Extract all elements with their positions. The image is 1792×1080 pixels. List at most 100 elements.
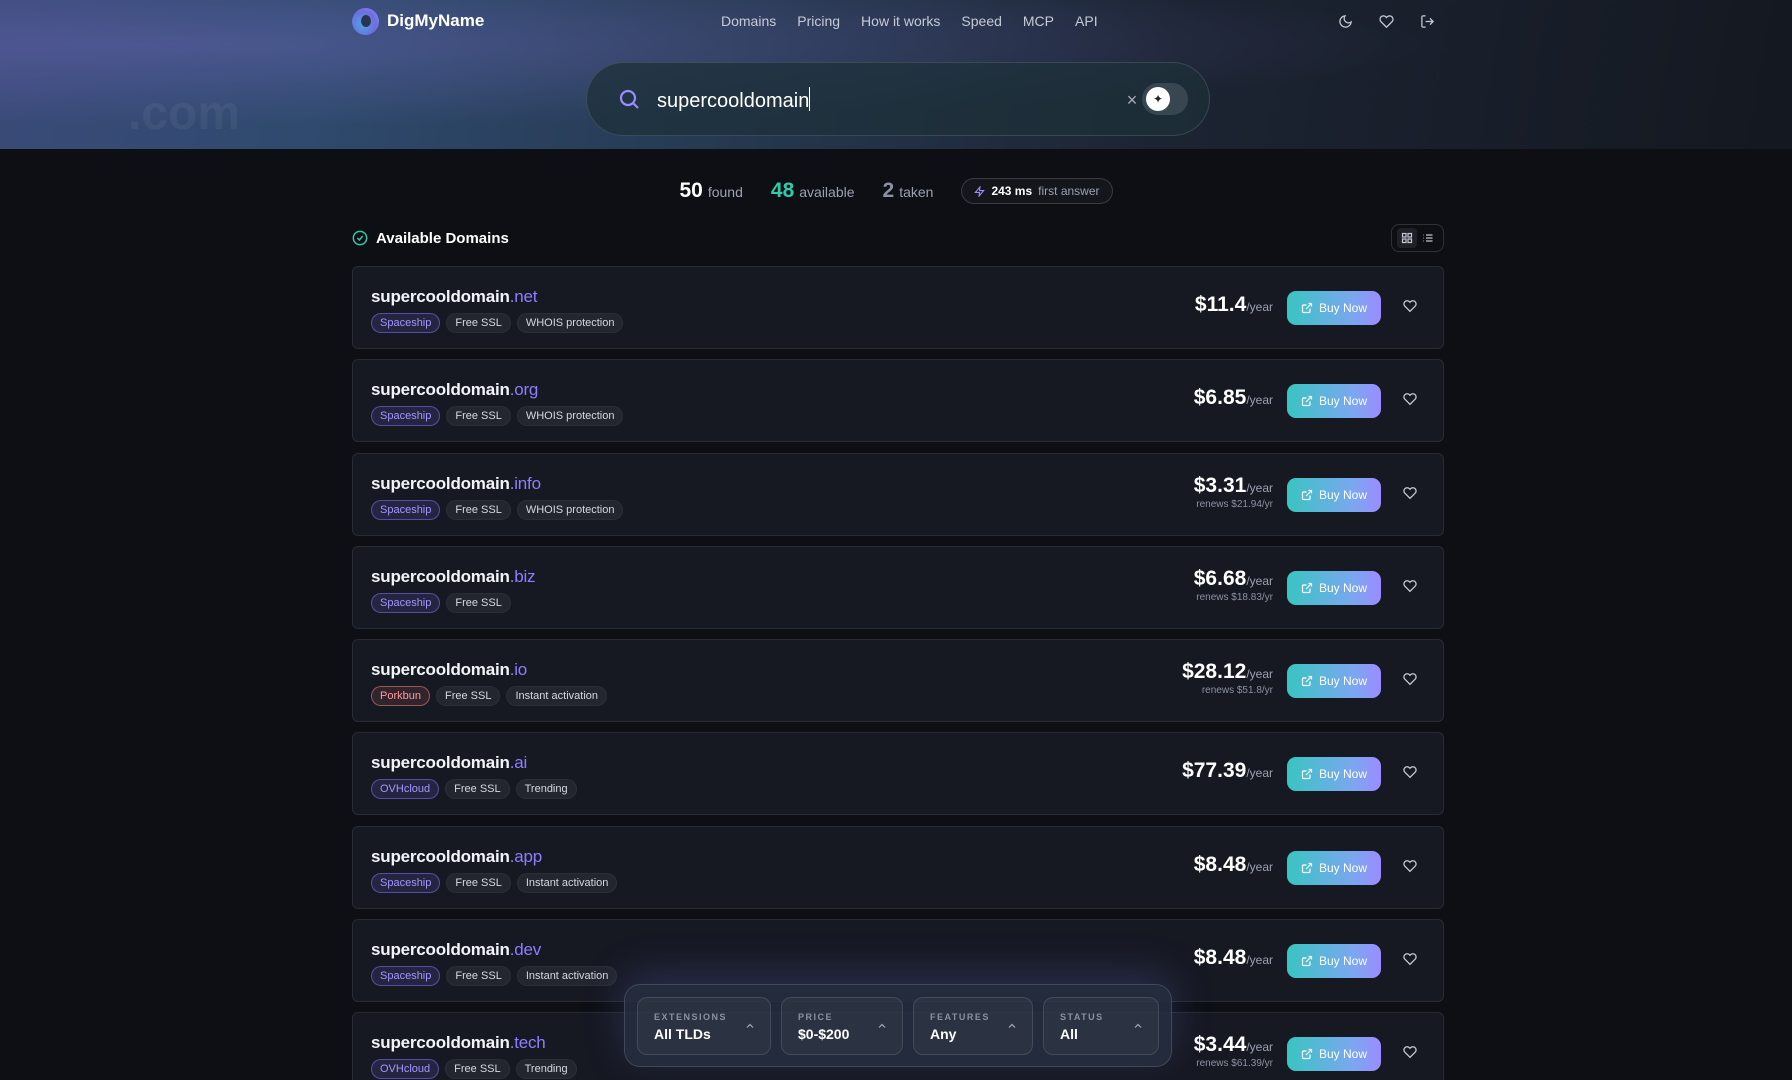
domain-tags: OVHcloud Free SSL Trending xyxy=(371,1059,577,1080)
price-box: $3.44/year renews $61.39/yr xyxy=(1194,1033,1273,1069)
check-circle-icon xyxy=(352,230,368,246)
nav-link-speed[interactable]: Speed xyxy=(961,13,1001,29)
domain-name[interactable]: supercooldomain.io xyxy=(371,660,527,680)
domain-row[interactable]: supercooldomain.io Porkbun Free SSL Instan… xyxy=(352,639,1444,723)
buy-now-button[interactable]: Buy Now xyxy=(1287,570,1381,605)
domain-row[interactable]: supercooldomain.org Spaceship Free SSL WHO… xyxy=(352,359,1444,443)
price-period: /year xyxy=(1246,766,1273,781)
price-box: $11.4/year xyxy=(1195,293,1273,317)
domain-sld: supercooldomain xyxy=(371,660,510,680)
clear-icon[interactable]: × xyxy=(1122,90,1142,110)
favorite-heart-icon[interactable] xyxy=(1403,299,1419,315)
filter-status-value: All xyxy=(1060,1026,1078,1042)
buy-now-button[interactable]: Buy Now xyxy=(1287,944,1381,979)
domain-row[interactable]: supercooldomain.ai OVHcloud Free SSL Trend… xyxy=(352,732,1444,816)
nav-icons xyxy=(1337,0,1440,42)
chevron-up-icon xyxy=(878,1023,886,1028)
logo[interactable]: DigMyName xyxy=(352,7,484,35)
domain-name[interactable]: supercooldomain.biz xyxy=(371,567,536,587)
lightning-icon xyxy=(974,185,986,197)
buy-now-button[interactable]: Buy Now xyxy=(1287,664,1381,699)
buy-now-label: Buy Now xyxy=(1318,487,1368,502)
nav-link-how-it-works[interactable]: How it works xyxy=(861,13,940,29)
filter-price-value: $0-$200 xyxy=(798,1026,850,1042)
domain-row[interactable]: supercooldomain.app Spaceship Free SSL Ins… xyxy=(352,825,1444,909)
list-view-icon[interactable] xyxy=(1418,228,1438,248)
domain-sld: supercooldomain xyxy=(371,940,510,960)
domain-name[interactable]: supercooldomain.net xyxy=(371,287,537,307)
buy-now-button[interactable]: Buy Now xyxy=(1287,291,1381,325)
external-link-icon xyxy=(1301,862,1313,873)
price-value: $6.68 xyxy=(1193,566,1247,590)
price-box: $3.31/year renews $21.94/yr xyxy=(1194,474,1273,510)
domain-name[interactable]: supercooldomain.dev xyxy=(371,940,541,960)
domain-name[interactable]: supercooldomain.info xyxy=(371,474,541,494)
price-period: /year xyxy=(1246,667,1273,682)
domain-row[interactable]: supercooldomain.biz Spaceship Free SSL $6… xyxy=(352,545,1444,629)
domain-name[interactable]: supercooldomain.org xyxy=(371,380,538,400)
stat-found-value: 50 xyxy=(679,179,703,202)
feature-tag: WHOIS protection xyxy=(516,499,624,520)
logout-icon[interactable] xyxy=(1419,13,1436,30)
filter-features-value: Any xyxy=(930,1026,957,1042)
favorite-heart-icon[interactable] xyxy=(1403,1045,1419,1061)
domain-name[interactable]: supercooldomain.app xyxy=(371,847,542,867)
domain-name[interactable]: supercooldomain.ai xyxy=(371,753,527,773)
domain-tld: .dev xyxy=(509,940,542,960)
ai-toggle[interactable]: ✦ xyxy=(1142,83,1188,115)
external-link-icon xyxy=(1301,396,1313,407)
favorite-heart-icon[interactable] xyxy=(1403,952,1419,968)
nav-link-domains[interactable]: Domains xyxy=(721,13,776,29)
favorite-heart-icon[interactable] xyxy=(1403,672,1419,688)
logo-icon xyxy=(352,7,379,35)
favorite-heart-icon[interactable] xyxy=(1403,765,1419,781)
price-box: $8.48/year xyxy=(1194,853,1273,877)
registrar-badge: OVHcloud xyxy=(371,1059,440,1080)
external-link-icon xyxy=(1301,955,1313,967)
domain-list: supercooldomain.net Spaceship Free SSL WHO… xyxy=(352,266,1444,1080)
filter-status[interactable]: STATUS All xyxy=(1043,997,1159,1055)
feature-tag: Free SSL xyxy=(446,499,511,520)
domain-tags: OVHcloud Free SSL Trending xyxy=(371,779,577,800)
favorite-heart-icon[interactable] xyxy=(1403,859,1419,875)
section-header: Available Domains xyxy=(352,224,1444,252)
feature-tag: Instant activation xyxy=(506,686,608,707)
filter-price[interactable]: PRICE $0-$200 xyxy=(781,997,903,1055)
chevron-up-icon xyxy=(1134,1023,1142,1028)
nav-link-pricing[interactable]: Pricing xyxy=(797,13,840,29)
moon-icon[interactable] xyxy=(1337,13,1354,30)
domain-name[interactable]: supercooldomain.tech xyxy=(371,1033,546,1053)
feature-tag: Free SSL xyxy=(445,1059,510,1080)
favorite-heart-icon[interactable] xyxy=(1403,486,1419,502)
domain-row[interactable]: supercooldomain.info Spaceship Free SSL WH… xyxy=(352,452,1444,536)
external-link-icon xyxy=(1301,489,1313,500)
price-value: $28.12 xyxy=(1182,660,1247,684)
buy-now-button[interactable]: Buy Now xyxy=(1287,384,1381,419)
price-box: $28.12/year renews $51.8/yr xyxy=(1182,660,1273,696)
nav-link-mcp[interactable]: MCP xyxy=(1023,13,1054,29)
buy-now-label: Buy Now xyxy=(1318,767,1368,782)
search-icon xyxy=(617,87,643,113)
renewal-price: renews $51.8/yr xyxy=(1201,685,1273,697)
domain-sld: supercooldomain xyxy=(371,846,510,866)
search-input[interactable]: supercooldomain xyxy=(657,87,811,113)
filter-features[interactable]: FEATURES Any xyxy=(913,997,1033,1055)
feature-tag: WHOIS protection xyxy=(516,406,624,427)
buy-now-button[interactable]: Buy Now xyxy=(1287,477,1381,512)
buy-now-label: Buy Now xyxy=(1318,394,1368,409)
hero-ghost-text: .com xyxy=(128,87,241,140)
favorite-heart-icon[interactable] xyxy=(1403,579,1419,595)
external-link-icon xyxy=(1301,302,1313,314)
buy-now-button[interactable]: Buy Now xyxy=(1287,757,1381,792)
buy-now-button[interactable]: Buy Now xyxy=(1287,850,1381,885)
grid-view-icon[interactable] xyxy=(1396,228,1417,248)
domain-tld: .org xyxy=(509,380,539,400)
favorite-heart-icon[interactable] xyxy=(1403,392,1419,408)
domain-row[interactable]: supercooldomain.net Spaceship Free SSL WHO… xyxy=(352,266,1444,349)
renewal-price: renews $21.94/yr xyxy=(1196,498,1273,510)
buy-now-button[interactable]: Buy Now xyxy=(1287,1037,1381,1072)
heart-icon[interactable] xyxy=(1378,13,1395,30)
nav-link-api[interactable]: API xyxy=(1075,13,1098,29)
price-period: /year xyxy=(1246,859,1273,874)
filter-extensions[interactable]: EXTENSIONS All TLDs xyxy=(637,997,771,1055)
